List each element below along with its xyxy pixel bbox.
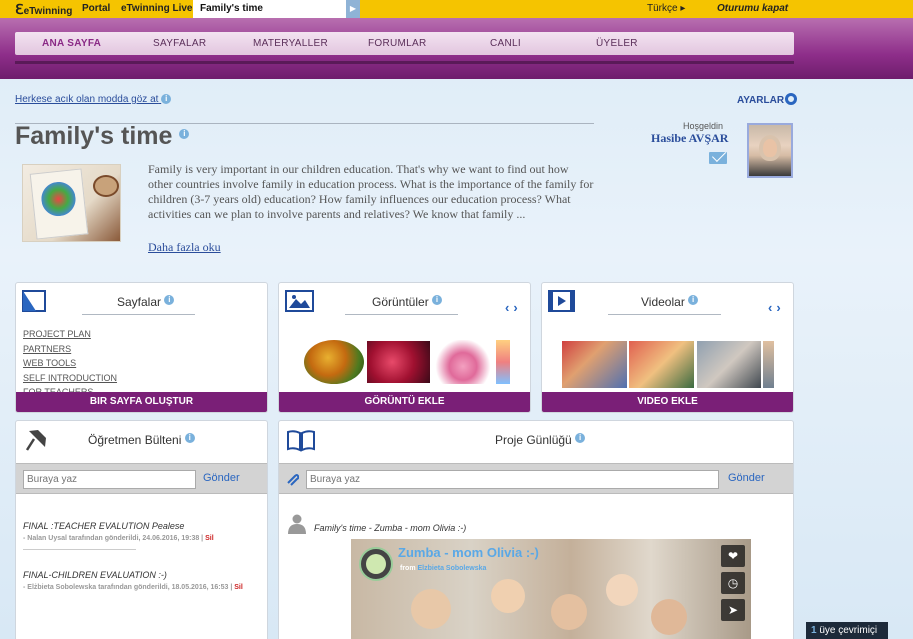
video-icon bbox=[548, 290, 575, 312]
bulletin-send-button[interactable]: Gönder bbox=[203, 472, 240, 484]
welcome-label: Hoşgeldin bbox=[683, 121, 724, 131]
image-thumbnail[interactable] bbox=[304, 340, 364, 384]
project-thumbnail bbox=[22, 164, 121, 242]
images-panel: Görüntüler i ‹› GÖRÜNTÜ EKLE bbox=[278, 282, 531, 413]
book-icon bbox=[287, 430, 315, 452]
info-icon[interactable]: i bbox=[161, 94, 172, 104]
share-icon[interactable]: ➤ bbox=[721, 599, 745, 621]
nav-members[interactable]: ÜYELER bbox=[596, 38, 638, 49]
public-mode-link[interactable]: Herkese acık olan modda göz at i bbox=[15, 94, 172, 105]
bulletin-input-bar: Gönder bbox=[16, 463, 267, 494]
diary-input[interactable] bbox=[306, 470, 719, 489]
nav-forums[interactable]: FORUMLAR bbox=[368, 38, 427, 49]
image-icon bbox=[285, 290, 314, 312]
project-description: Family is very important in our children… bbox=[148, 162, 594, 221]
language-selector[interactable]: Türkçe ▸ bbox=[647, 3, 685, 14]
nav-divider bbox=[15, 61, 794, 64]
etwinning-live-link[interactable]: eTwinning Live bbox=[121, 3, 192, 14]
read-more-link[interactable]: Daha fazla oku bbox=[148, 240, 221, 255]
user-icon bbox=[288, 514, 306, 534]
etwinning-logo[interactable]: ℇeTwinning bbox=[15, 1, 72, 18]
title-underline bbox=[82, 314, 195, 315]
diary-input-bar: Gönder bbox=[279, 463, 793, 494]
info-icon[interactable]: i bbox=[164, 295, 175, 305]
bulletin-post: FINAL :TEACHER EVALUTION Pealese - Nalan… bbox=[23, 521, 214, 542]
video-thumbnail[interactable] bbox=[697, 341, 761, 388]
images-title: Görüntüler i bbox=[372, 295, 443, 309]
page-link[interactable]: SELF INTRODUCTION bbox=[23, 371, 117, 386]
page-icon bbox=[22, 290, 46, 312]
nav-materials[interactable]: MATERYALLER bbox=[253, 38, 328, 49]
videos-title: Videolar i bbox=[641, 295, 699, 309]
video-thumbnail[interactable] bbox=[562, 341, 627, 388]
paperclip-icon[interactable] bbox=[285, 472, 299, 486]
like-icon[interactable]: ❤ bbox=[721, 545, 745, 567]
portal-link[interactable]: Portal bbox=[82, 3, 110, 14]
diary-entry-title: Family's time - Zumba - mom Olivia :-) bbox=[314, 523, 467, 533]
info-icon[interactable]: i bbox=[432, 295, 443, 305]
info-icon[interactable]: i bbox=[184, 433, 195, 443]
carousel-arrows[interactable]: ‹› bbox=[768, 300, 785, 315]
page-link[interactable]: PROJECT PLAN bbox=[23, 327, 117, 342]
settings-button[interactable]: AYARLAR bbox=[737, 93, 798, 106]
info-icon[interactable]: i bbox=[179, 129, 190, 139]
post-text: FINAL :TEACHER EVALUTION Pealese bbox=[23, 521, 185, 531]
nav-home[interactable]: ANA SAYFA bbox=[42, 38, 101, 49]
page-title: Family's time i bbox=[15, 122, 190, 151]
pages-title: Sayfalar i bbox=[117, 295, 175, 309]
create-page-button[interactable]: BIR SAYFA OLUŞTUR bbox=[16, 392, 267, 412]
mail-icon[interactable] bbox=[709, 152, 727, 164]
title-underline bbox=[345, 314, 458, 315]
online-members-badge[interactable]: 1 üye çevrimiçi bbox=[806, 622, 888, 639]
info-icon[interactable]: i bbox=[575, 433, 586, 443]
clock-icon[interactable]: ◷ bbox=[721, 572, 745, 594]
pages-panel: Sayfalar i PROJECT PLAN PARTNERS WEB TOO… bbox=[15, 282, 268, 413]
image-thumbnail[interactable] bbox=[496, 340, 510, 384]
video-author: from Elzbieta Sobolewska bbox=[400, 565, 487, 572]
image-thumbnail[interactable] bbox=[367, 341, 430, 383]
bulletin-post: FINAL-CHILDREN EVALUATION :-) - Elżbieta… bbox=[23, 570, 243, 591]
post-meta: - Elżbieta Sobolewska tarafından gönderi… bbox=[23, 584, 243, 591]
project-diary-panel: Proje Günlüğü i Gönder Family's time - Z… bbox=[278, 420, 794, 639]
info-icon[interactable]: i bbox=[688, 295, 699, 305]
video-author-avatar[interactable] bbox=[359, 547, 393, 581]
active-project-tab[interactable]: Family's time bbox=[193, 0, 346, 18]
add-video-button[interactable]: VIDEO EKLE bbox=[542, 392, 793, 412]
pages-list: PROJECT PLAN PARTNERS WEB TOOLS SELF INT… bbox=[23, 327, 117, 400]
pushpin-icon bbox=[25, 430, 46, 451]
delete-link[interactable]: Sil bbox=[234, 584, 243, 591]
tab-arrow-icon[interactable]: ▶ bbox=[346, 0, 360, 18]
videos-panel: Videolar i ‹› VIDEO EKLE bbox=[541, 282, 794, 413]
nav-pages[interactable]: SAYFALAR bbox=[153, 38, 206, 49]
gear-icon bbox=[785, 93, 798, 105]
video-thumbnail[interactable] bbox=[629, 341, 694, 388]
video-title[interactable]: Zumba - mom Olivia :-) bbox=[398, 545, 539, 560]
post-divider bbox=[23, 549, 136, 550]
add-image-button[interactable]: GÖRÜNTÜ EKLE bbox=[279, 392, 530, 412]
video-player[interactable]: Zumba - mom Olivia :-) from Elzbieta Sob… bbox=[351, 539, 751, 639]
bulletin-title: Öğretmen Bülteni i bbox=[88, 433, 195, 447]
logout-link[interactable]: Oturumu kapat bbox=[717, 3, 788, 14]
page-link[interactable]: WEB TOOLS bbox=[23, 356, 117, 371]
image-thumbnail[interactable] bbox=[434, 340, 492, 384]
delete-link[interactable]: Sil bbox=[205, 535, 214, 542]
title-underline bbox=[608, 314, 721, 315]
carousel-arrows[interactable]: ‹› bbox=[505, 300, 522, 315]
post-meta: - Nalan Uysal tarafından gönderildi, 24.… bbox=[23, 535, 214, 542]
diary-send-button[interactable]: Gönder bbox=[728, 472, 765, 484]
teacher-bulletin-panel: Öğretmen Bülteni i Gönder FINAL :TEACHER… bbox=[15, 420, 268, 639]
page-link[interactable]: PARTNERS bbox=[23, 342, 117, 357]
post-text: FINAL-CHILDREN EVALUATION :-) bbox=[23, 570, 167, 580]
main-nav: ANA SAYFA SAYFALAR MATERYALLER FORUMLAR … bbox=[15, 32, 794, 55]
user-name[interactable]: Hasibe AVŞAR bbox=[651, 131, 728, 146]
top-bar: ℇeTwinning Portal eTwinning Live Family'… bbox=[0, 0, 913, 18]
nav-live[interactable]: CANLI bbox=[490, 38, 521, 49]
diary-title: Proje Günlüğü i bbox=[495, 433, 586, 447]
bulletin-input[interactable] bbox=[23, 470, 196, 489]
avatar[interactable] bbox=[747, 123, 793, 178]
video-thumbnail[interactable] bbox=[763, 341, 774, 388]
